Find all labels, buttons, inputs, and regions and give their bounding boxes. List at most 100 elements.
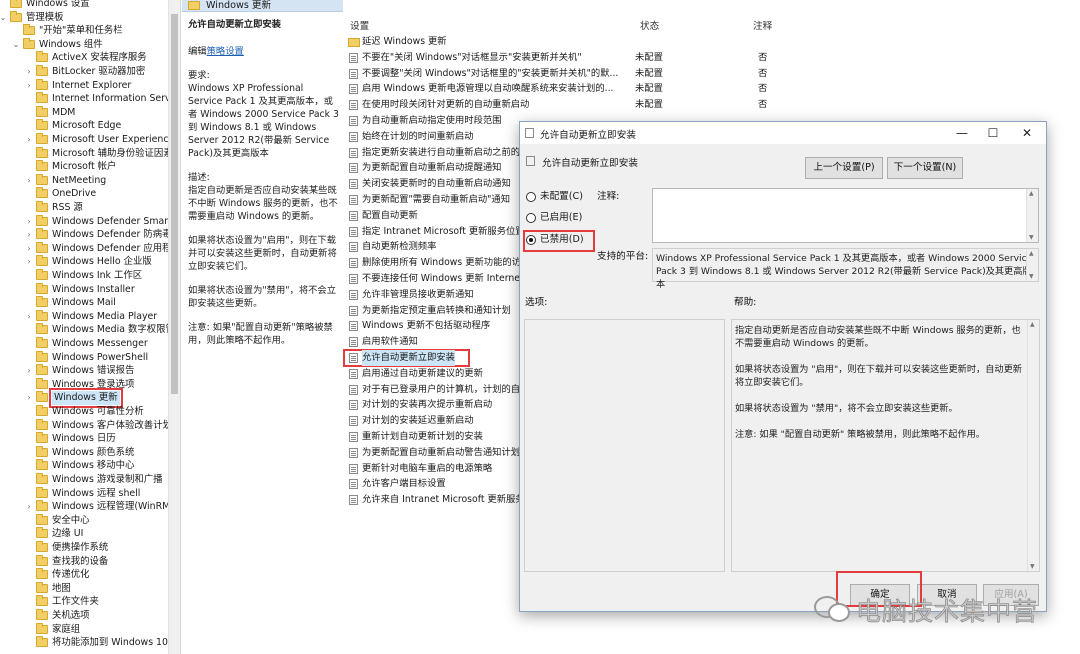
folder-icon [36,255,48,267]
tree-item-label: Windows Installer [52,283,135,295]
chevron-right-icon[interactable]: › [24,228,34,242]
chevron-right-icon[interactable]: › [24,65,34,79]
policy-icon [349,195,358,205]
chevron-right-icon[interactable]: › [24,79,34,93]
tree-scrollbar[interactable] [168,0,180,654]
chevron-right-icon[interactable]: › [24,310,34,324]
folder-icon [36,377,48,389]
policy-icon [349,226,358,237]
tree-item-label: Windows 可靠性分析 [52,406,144,417]
chevron-down-icon[interactable]: ⌄ [0,11,8,25]
tree-item-label: Microsoft 帐户 [52,161,117,173]
folder-icon [36,622,48,634]
chevron-right-icon[interactable]: › [24,215,34,229]
folder-icon [10,10,22,22]
previous-setting-button[interactable]: 上一个设置(P) [805,157,883,179]
folder-icon [36,173,48,185]
tree-item-label: Windows Media 数字权限管 [52,324,175,336]
chevron-right-icon[interactable]: › [24,242,34,256]
scrollbar-thumb[interactable] [171,14,178,394]
policy-name: 对计划的安装延迟重新启动 [362,415,474,427]
chevron-right-icon[interactable]: › [24,255,34,269]
tree-item-label: Windows 游戏录制和广播 [52,474,163,485]
policy-icon [526,156,535,166]
next-setting-button[interactable]: 下一个设置(N) [887,157,963,179]
policy-name: 重新计划自动更新计划的安装 [362,431,483,442]
close-icon[interactable]: ✕ [1012,123,1042,143]
policy-row[interactable]: 不要调整"关闭 Windows"对话框里的"安装更新并关机"的默... 未配置 否 [344,66,1080,82]
policy-name: 不要连接任何 Windows 更新 Internet 位置 [362,273,522,284]
edit-policy-link[interactable]: 策略设置 [207,46,244,57]
folder-icon [348,38,360,47]
chevron-right-icon[interactable]: › [24,391,34,405]
comment-textarea[interactable]: ▲ ▼ [652,188,1039,243]
tree-item-label: ActiveX 安装程序服务 [52,52,147,64]
policy-icon [349,353,358,363]
folder-icon [36,350,48,362]
radio-label: 未配置(C) [540,191,583,202]
policy-icon [349,400,358,411]
policy-state: 未配置 [635,99,663,111]
scrollbar[interactable]: ▲ ▼ [1026,249,1038,281]
help-paragraph: 注意: 如果 "配置自动更新" 策略被禁用，则此策略不起作用。 [735,429,985,440]
policy-icon [349,84,358,95]
policy-row[interactable]: 允许自动更新立即安装 [343,349,470,367]
policy-row[interactable]: 启用 Windows 更新电源管理以自动唤醒系统来安装计划的... 未配置 否 [344,81,1080,97]
policy-icon [349,495,358,506]
maximize-icon[interactable]: ☐ [978,123,1008,143]
policy-row[interactable]: 不要在"关闭 Windows"对话框显示"安装更新并关机" 未配置 否 [344,50,1080,66]
radio-label: 已启用(E) [540,212,583,223]
tree-item-label: Internet Explorer [52,79,132,91]
platform-label: 支持的平台: [597,251,649,262]
policy-name: 更新针对电脑车重启的电源策略 [362,462,493,474]
column-note[interactable]: 注释 [753,18,772,32]
edit-prefix: 编辑 [188,46,207,57]
column-state[interactable]: 状态 [640,18,659,32]
chevron-down-icon[interactable]: ⌄ [11,38,21,52]
description-pane: 允许自动更新立即安装 编辑策略设置 要求: Windows XP Professi… [188,18,340,358]
minimize-icon[interactable]: — [947,123,977,143]
column-setting[interactable]: 设置 [350,18,369,32]
chevron-right-icon[interactable]: › [24,500,34,514]
description-header: Windows 更新 [182,0,343,12]
wechat-logo-icon [828,603,850,622]
policy-name: 为更新配置自动重新启动提醒通知 [362,162,502,174]
folder-icon [36,364,48,376]
chevron-right-icon[interactable]: › [24,174,34,188]
folder-icon [36,201,48,212]
folder-icon [36,405,48,416]
folder-icon [36,609,48,620]
policy-icon [349,321,358,332]
radio-button-icon[interactable] [526,213,536,223]
folder-icon [36,486,48,498]
tree-item-label: Windows 移动中心 [52,460,135,472]
tree-item-label: "开始"菜单和任务栏 [39,25,123,37]
chevron-right-icon[interactable]: › [24,364,34,378]
tree-item-label: 便携操作系统 [52,542,109,553]
tree-item-label: 家庭组 [52,623,81,635]
folder-icon [36,160,48,172]
policy-name: 指定 Intranet Microsoft 更新服务位置 [362,225,522,237]
policy-row[interactable]: 在使用时段关闭针对更新的自动重新启动 未配置 否 [344,97,1080,113]
folder-icon [36,133,48,144]
policy-note: 否 [758,83,768,95]
chevron-right-icon[interactable]: › [24,133,34,147]
radio-button-icon[interactable] [526,192,536,202]
policy-name: 允许非管理员接收更新通知 [362,288,474,300]
requirements-label: 要求: [188,70,210,81]
scrollbar[interactable]: ▲ ▼ [1027,320,1039,571]
tree-item-label: 关机选项 [52,610,90,621]
folder-icon [36,65,48,76]
policy-icon [349,131,358,142]
navigation-tree[interactable]: Windows 设置 ⌄ 管理模板 "开始"菜单和任务栏 ⌄ Windows 组件 Acti… [0,0,181,654]
tree-item-label: Microsoft Edge [52,120,122,132]
folder-icon [36,214,48,226]
policy-name: 关闭安装更新时的自动重新启动通知 [362,178,511,190]
policy-folder-row[interactable]: 延迟 Windows 更新 [344,34,1080,50]
tree-item-label: Windows Hello 企业版 [52,256,152,268]
tree-item-label: 传递优化 [52,569,90,581]
help-paragraph: 指定自动更新是否应自动安装某些既不中断 Windows 服务的更新，也不需要重启… [735,325,1021,349]
scrollbar[interactable]: ▲ ▼ [1026,189,1038,242]
tree-item-label: Windows Defender SmartSc [52,215,181,227]
folder-icon [36,554,48,566]
